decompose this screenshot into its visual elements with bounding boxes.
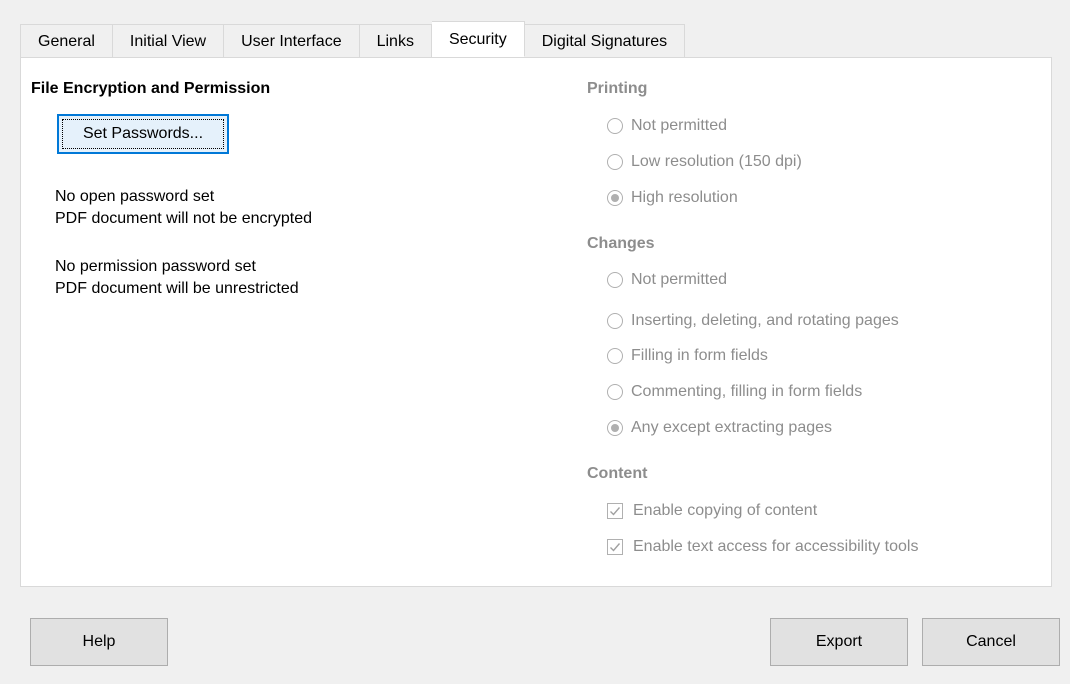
radio-label: High resolution [631,189,738,206]
permission-password-status: No permission password set PDF document … [55,256,299,300]
set-passwords-button[interactable]: Set Passwords... [57,114,229,154]
file-encryption-heading: File Encryption and Permission [31,80,271,97]
tab-security[interactable]: Security [431,21,525,57]
radio-label: Low resolution (150 dpi) [631,153,802,170]
open-password-status-line: No open password set [55,188,215,205]
checkbox-checked-icon [607,539,623,555]
radio-icon [607,118,623,134]
encryption-status-line: PDF document will not be encrypted [55,210,313,227]
enable-copying-checkbox[interactable]: Enable copying of content [607,500,817,522]
cancel-button[interactable]: Cancel [922,618,1060,666]
radio-icon [607,313,623,329]
radio-icon [607,348,623,364]
changes-inserting-radio[interactable]: Inserting, deleting, and rotating pages [607,310,899,332]
radio-label: Inserting, deleting, and rotating pages [631,312,899,329]
tab-links[interactable]: Links [359,24,432,58]
changes-any-except-radio[interactable]: Any except extracting pages [607,417,832,439]
radio-selected-icon [607,190,623,206]
printing-not-permitted-radio[interactable]: Not permitted [607,115,727,137]
radio-label: Not permitted [631,117,728,134]
changes-filling-radio[interactable]: Filling in form fields [607,345,768,367]
radio-icon [607,154,623,170]
enable-text-access-checkbox[interactable]: Enable text access for accessibility too… [607,536,918,558]
export-button[interactable]: Export [770,618,908,666]
radio-label: Not permitted [631,271,728,288]
radio-selected-icon [607,420,623,436]
tab-initial-view[interactable]: Initial View [112,24,225,58]
changes-heading: Changes [587,235,655,252]
radio-label: Filling in form fields [631,347,768,364]
changes-commenting-radio[interactable]: Commenting, filling in form fields [607,381,862,403]
tab-user-interface[interactable]: User Interface [224,24,360,58]
checkbox-label: Enable text access for accessibility too… [633,538,919,555]
radio-icon [607,272,623,288]
printing-heading: Printing [587,80,648,97]
help-button[interactable]: Help [30,618,168,666]
printing-high-resolution-radio[interactable]: High resolution [607,187,738,209]
set-passwords-label: Set Passwords... [62,119,224,149]
radio-icon [607,384,623,400]
open-password-status: No open password set PDF document will n… [55,186,312,230]
printing-low-resolution-radio[interactable]: Low resolution (150 dpi) [607,151,802,173]
tab-digital-signatures[interactable]: Digital Signatures [524,24,686,58]
tab-general[interactable]: General [20,24,113,58]
checkbox-checked-icon [607,503,623,519]
radio-label: Any except extracting pages [631,419,833,436]
tab-bar: General Initial View User Interface Link… [20,21,686,58]
radio-label: Commenting, filling in form fields [631,383,863,400]
restriction-status-line: PDF document will be unrestricted [55,280,299,297]
content-heading: Content [587,465,648,482]
changes-not-permitted-radio[interactable]: Not permitted [607,269,727,291]
permission-password-status-line: No permission password set [55,258,256,275]
security-panel: File Encryption and Permission Set Passw… [20,57,1052,587]
checkbox-label: Enable copying of content [633,502,818,519]
